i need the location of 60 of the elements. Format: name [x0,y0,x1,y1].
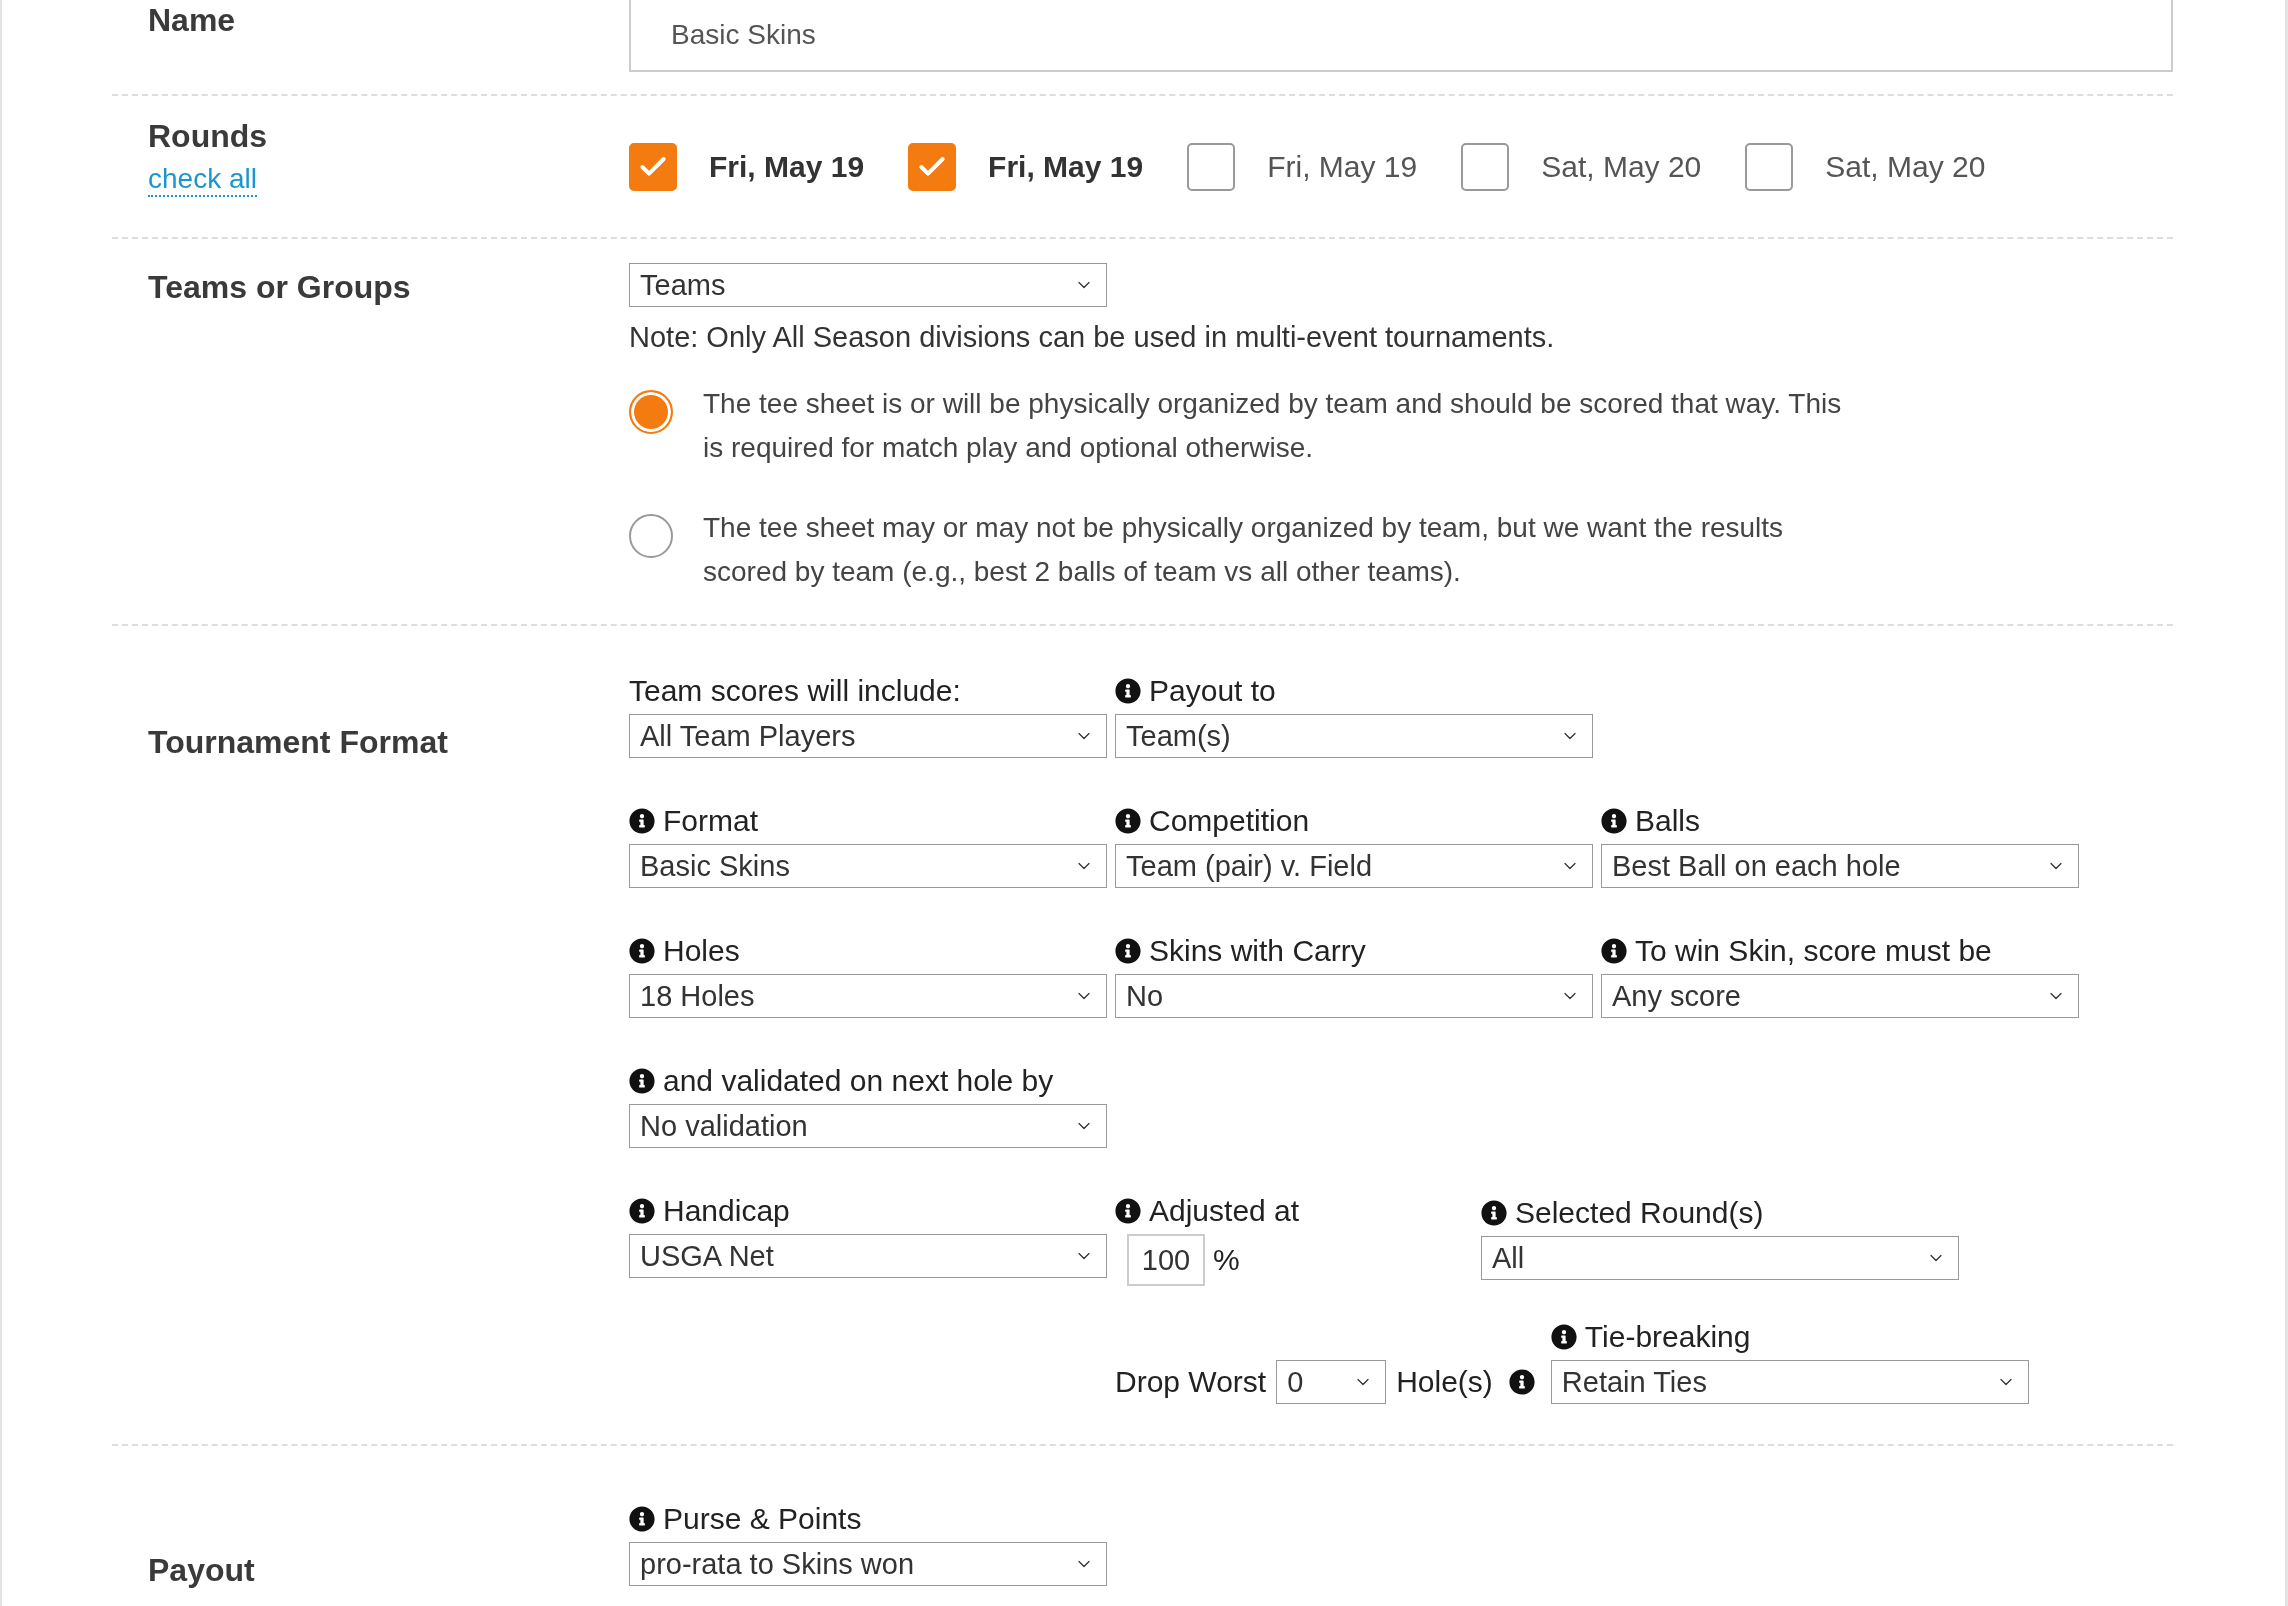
dropdown[interactable]: Any score [1601,974,2079,1018]
field-label: Selected Round(s) [1515,1196,1764,1230]
field-label: Drop Worst [1115,1365,1267,1399]
info-icon [1481,1200,1507,1226]
dropdown[interactable]: Team(s) [1115,714,1593,758]
info-icon [629,1198,655,1224]
radio-label: The tee sheet may or may not be physically organized by team, but we want the results scored by team (e.g., best 2 balls of team vs all other teams). [703,511,1785,589]
field-label: Purse & Points [663,1502,862,1536]
field-label: Format [663,804,758,838]
radio-button[interactable] [629,514,673,558]
dropdown[interactable]: 18 Holes [629,974,1107,1018]
field-label: Skins with Carry [1149,934,1366,968]
field-label: Tie-breaking [1584,1320,1751,1354]
round-label: Fri, May 19 [709,149,865,184]
round-label: Sat, May 20 [1825,149,1986,184]
checkbox[interactable] [1745,142,1794,191]
field-label: Holes [663,934,740,968]
section-label: Name [148,2,236,39]
dropdown[interactable]: Teams [629,263,1107,307]
checkbox[interactable] [1461,142,1510,191]
unit-label: % [1213,1243,1240,1277]
field-label: Adjusted at [1149,1194,1300,1228]
unit-label: Hole(s) [1396,1365,1493,1399]
round-label: Fri, May 19 [988,149,1144,184]
name-input[interactable]: Basic Skins [629,0,2173,72]
dropdown[interactable]: Basic Skins [629,844,1107,888]
dropdown[interactable]: Team (pair) v. Field [1115,844,1593,888]
round-label: Sat, May 20 [1541,149,1702,184]
dropdown[interactable]: No validation [629,1104,1107,1148]
field-label: Competition [1149,804,1310,838]
info-icon [1508,1369,1535,1395]
dropdown[interactable]: 0 [1276,1360,1387,1404]
dropdown[interactable]: USGA Net [629,1234,1107,1278]
section-label: Rounds [148,118,268,155]
checkbox[interactable] [629,142,677,191]
dropdown[interactable]: pro-rata to Skins won [629,1542,1107,1586]
section-label: Payout [148,1552,255,1589]
field-label: and validated on next hole by [663,1064,1054,1098]
note-text: Note: Only All Season divisions can be used in multi-event tournaments. [629,321,1556,354]
section-label: Tournament Format [148,724,448,761]
round-label: Fri, May 19 [1267,149,1418,184]
dropdown[interactable]: All [1481,1236,1959,1280]
section-label: Teams or Groups [148,269,411,306]
checkbox[interactable] [1187,142,1236,191]
checkbox[interactable] [908,142,957,191]
percent-input[interactable]: 100 [1127,1234,1205,1286]
info-icon [629,1506,655,1532]
info-icon [1550,1324,1577,1350]
field-label: Payout to [1149,674,1276,708]
field-label: To win Skin, score must be [1635,934,1992,968]
radio-label: The tee sheet is or will be physically organized by team and should be scored that way. This is required for match play and optional otherwise. [703,387,1843,465]
dropdown[interactable]: Best Ball on each hole [1601,844,2079,888]
dropdown[interactable]: No [1115,974,1593,1018]
dropdown[interactable]: All Team Players [629,714,1107,758]
field-label: Handicap [663,1194,790,1228]
dropdown[interactable]: Retain Ties [1550,1360,2029,1404]
field-label: Balls [1635,804,1701,838]
info-icon [1115,1198,1141,1224]
radio-button[interactable] [629,390,673,434]
field-label: Team scores will include: [629,674,961,708]
